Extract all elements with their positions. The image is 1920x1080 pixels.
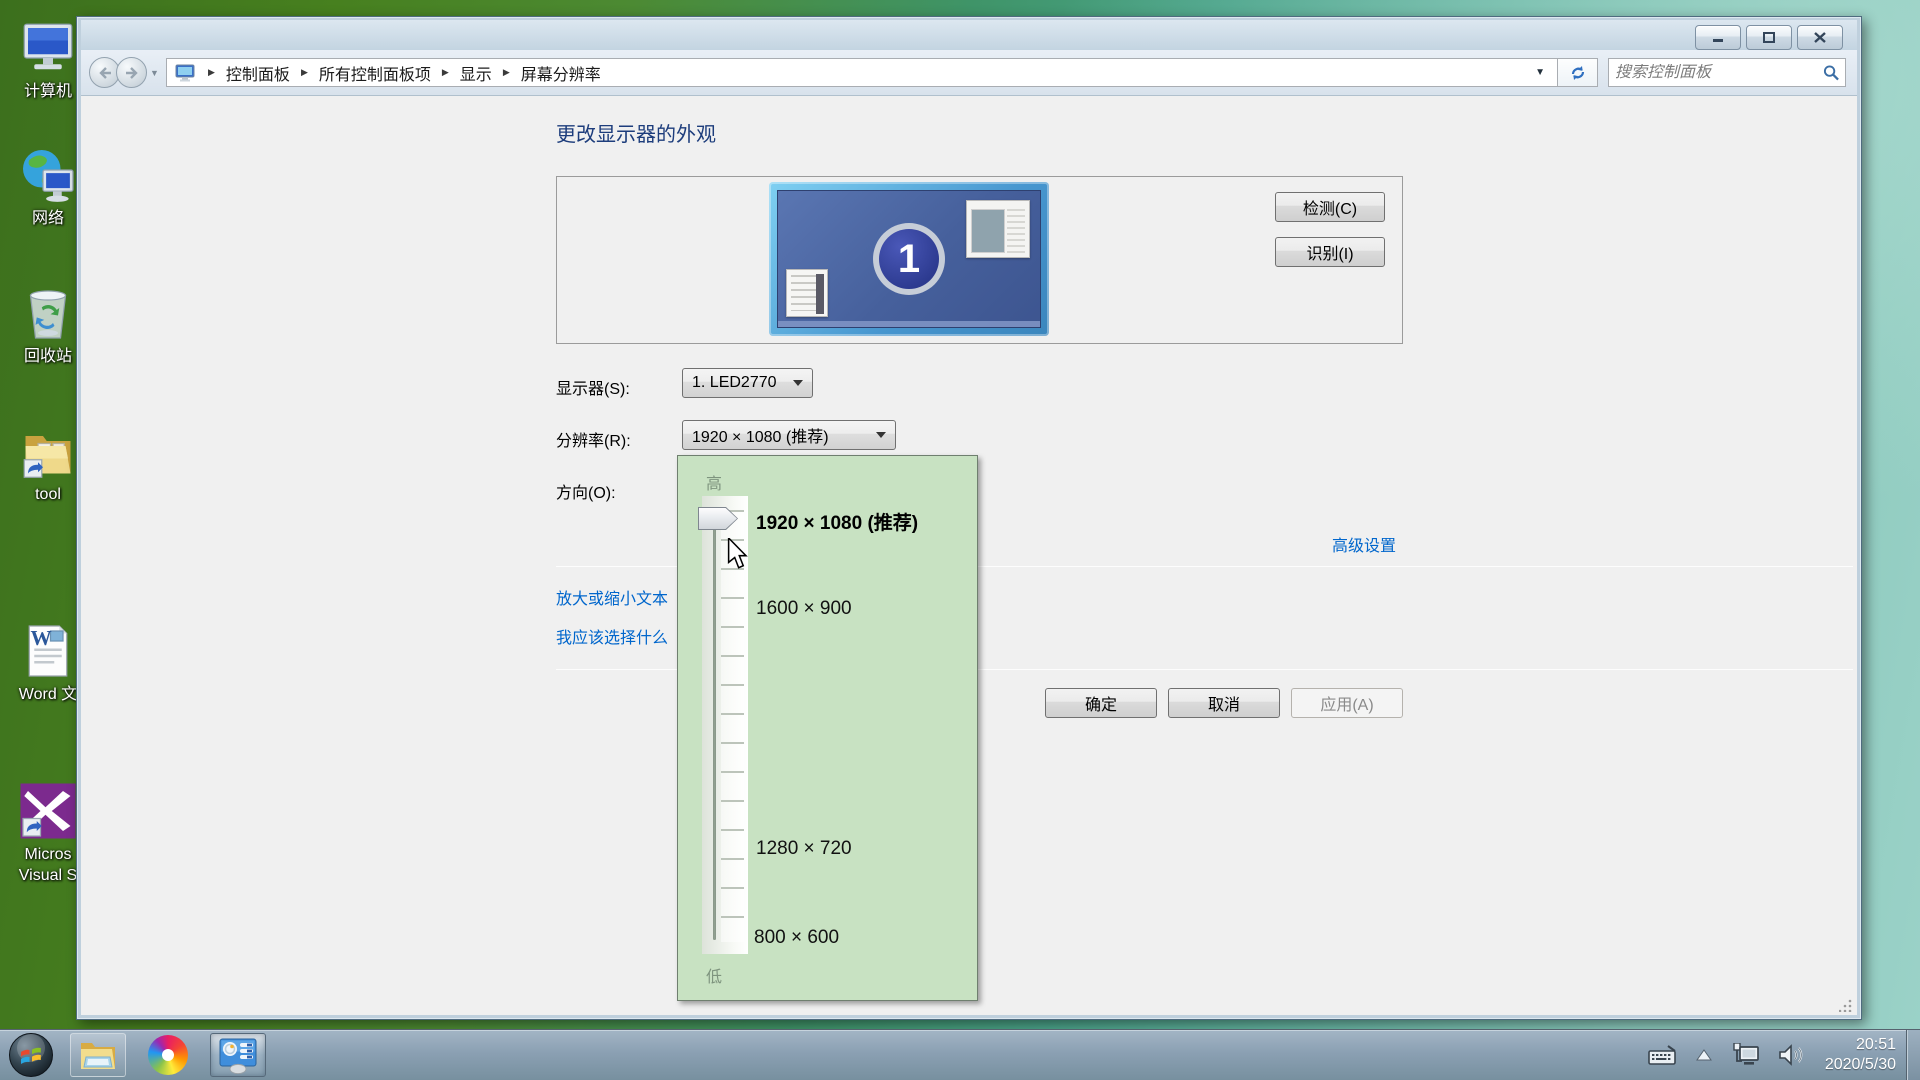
folder-icon — [23, 436, 71, 478]
taskbar: 20:51 2020/5/30 — [0, 1029, 1920, 1080]
display-select[interactable]: 1. LED2770 — [682, 368, 813, 398]
refresh-button[interactable] — [1558, 58, 1598, 87]
input-method-button[interactable] — [1648, 1045, 1678, 1065]
recycle-bin-icon — [29, 290, 67, 339]
chevron-down-icon — [876, 432, 886, 438]
apply-button[interactable]: 应用(A) — [1291, 688, 1403, 718]
identify-button[interactable]: 识别(I) — [1275, 237, 1385, 267]
show-hidden-icons-button[interactable] — [1695, 1049, 1712, 1061]
search-icon — [1823, 65, 1839, 81]
resize-grip[interactable] — [1839, 998, 1853, 1012]
browser-icon — [148, 1035, 188, 1075]
maximize-button[interactable] — [1746, 25, 1792, 50]
start-orb-icon — [9, 1033, 53, 1077]
resolution-option-800x600[interactable]: 800 × 600 — [754, 927, 839, 949]
clock-time: 20:51 — [1855, 1036, 1896, 1053]
keyboard-icon — [1648, 1045, 1676, 1065]
detect-button[interactable]: 检测(C) — [1275, 192, 1385, 222]
resize-text-link[interactable]: 放大或缩小文本 — [556, 585, 668, 609]
monitor-screen: 1 — [777, 190, 1041, 328]
visual-studio-icon — [20, 783, 76, 839]
taskbar-browser-button[interactable] — [140, 1033, 196, 1077]
start-button[interactable] — [6, 1031, 56, 1079]
display-label: 显示器(S): — [556, 381, 630, 398]
cancel-button[interactable]: 取消 — [1168, 688, 1280, 718]
content-area: 更改显示器的外观 1 检测(C) 识别(I) 显示器(S): 1. LED277… — [81, 96, 1857, 1015]
resolution-option-1600x900[interactable]: 1600 × 900 — [756, 598, 852, 620]
what-to-choose-link[interactable]: 我应该选择什么 — [556, 624, 668, 648]
tray-expand-icon — [1695, 1049, 1712, 1061]
network-tray-button[interactable] — [1730, 1043, 1760, 1067]
low-label: 低 — [706, 969, 723, 986]
close-icon — [1814, 32, 1826, 43]
breadcrumb-separator-icon: ▶ — [300, 67, 308, 77]
breadcrumb-control-panel[interactable]: 控制面板 — [224, 59, 292, 87]
breadcrumb-display[interactable]: 显示 — [458, 59, 494, 87]
show-desktop-button[interactable] — [1906, 1030, 1920, 1080]
caption-buttons — [1695, 25, 1843, 50]
desktop: 计算机 网络 回收站 tool W Word 文 Micros Visual S… — [0, 0, 1920, 1080]
word-icon: W — [28, 625, 68, 677]
volume-button[interactable] — [1778, 1043, 1806, 1067]
resolution-select[interactable]: 1920 × 1080 (推荐) — [682, 420, 896, 450]
breadcrumb-separator-icon: ▶ — [208, 67, 215, 77]
close-button[interactable] — [1797, 25, 1843, 50]
resolution-select-value: 1920 × 1080 (推荐) — [692, 429, 829, 446]
taskbar-screen-resolution-button[interactable] — [210, 1033, 266, 1077]
chevron-down-icon — [793, 380, 803, 386]
minimize-button[interactable] — [1695, 25, 1741, 50]
computer-icon — [23, 23, 73, 70]
search-box[interactable] — [1608, 58, 1846, 87]
advanced-settings-link[interactable]: 高级设置 — [1332, 532, 1396, 556]
network-tray-icon — [1733, 1043, 1759, 1065]
screen-resolution-window: ▼ ▶ 控制面板 ▶ 所有控制面板项 ▶ 显示 ▶ 屏幕分辨率 ▼ 搜索控制面板… — [76, 16, 1862, 1020]
mock-taskbar-graphic — [778, 321, 1040, 327]
refresh-icon — [1571, 65, 1584, 80]
forward-icon — [125, 66, 138, 79]
titlebar[interactable] — [81, 20, 1857, 50]
taskbar-clock[interactable]: 20:51 2020/5/30 — [1825, 1035, 1896, 1075]
address-bar[interactable]: ▶ 控制面板 ▶ 所有控制面板项 ▶ 显示 ▶ 屏幕分辨率 ▼ — [166, 58, 1558, 87]
taskbar-explorer-button[interactable] — [70, 1033, 126, 1077]
maximize-icon — [1763, 32, 1775, 43]
history-chevron-icon[interactable]: ▼ — [150, 68, 160, 78]
breadcrumb-separator-icon: ▶ — [441, 67, 449, 77]
address-dropdown-icon[interactable]: ▼ — [1527, 67, 1553, 78]
volume-icon — [1779, 1044, 1803, 1066]
resolution-dropdown-panel: 高 1920 × 1080 (推荐) 1600 × 900 1280 × 720… — [677, 455, 978, 1001]
breadcrumb-separator-icon: ▶ — [502, 67, 510, 77]
mock-window-graphic — [966, 200, 1030, 258]
svg-text:W: W — [31, 626, 52, 650]
high-label: 高 — [706, 476, 723, 493]
slider-ticks — [721, 510, 744, 942]
forward-button[interactable] — [116, 57, 147, 88]
clock-date: 2020/5/30 — [1824, 1056, 1896, 1073]
network-icon — [23, 150, 74, 202]
mouse-cursor-icon — [727, 538, 748, 569]
mock-list-graphic — [786, 269, 828, 317]
monitor-number: 1 — [879, 229, 939, 289]
back-icon — [98, 66, 111, 79]
display-settings-icon — [219, 1038, 257, 1074]
system-tray: 20:51 2020/5/30 — [1639, 1030, 1920, 1080]
navigation-bar: ▼ ▶ 控制面板 ▶ 所有控制面板项 ▶ 显示 ▶ 屏幕分辨率 ▼ 搜索控制面板 — [81, 50, 1857, 96]
resolution-option-1280x720[interactable]: 1280 × 720 — [756, 838, 852, 860]
display-monitor-icon — [175, 64, 195, 81]
resolution-option-1920x1080[interactable]: 1920 × 1080 (推荐) — [756, 508, 918, 535]
monitor-preview[interactable]: 1 — [769, 182, 1049, 336]
breadcrumb: ▶ 控制面板 ▶ 所有控制面板项 ▶ 显示 ▶ 屏幕分辨率 — [199, 59, 1527, 87]
resolution-label: 分辨率(R): — [556, 433, 631, 450]
breadcrumb-all-items[interactable]: 所有控制面板项 — [317, 59, 433, 87]
explorer-icon — [81, 1043, 115, 1069]
minimize-icon — [1713, 38, 1723, 42]
monitor-preview-box: 1 检测(C) 识别(I) — [556, 176, 1403, 344]
page-title: 更改显示器的外观 — [556, 124, 716, 146]
monitor-number-badge: 1 — [873, 223, 945, 295]
slider-track[interactable] — [713, 512, 716, 940]
breadcrumb-screen-resolution[interactable]: 屏幕分辨率 — [519, 59, 603, 87]
orientation-label: 方向(O): — [556, 485, 616, 502]
search-input[interactable] — [1615, 63, 1823, 82]
display-select-value: 1. LED2770 — [692, 374, 777, 391]
ok-button[interactable]: 确定 — [1045, 688, 1157, 718]
